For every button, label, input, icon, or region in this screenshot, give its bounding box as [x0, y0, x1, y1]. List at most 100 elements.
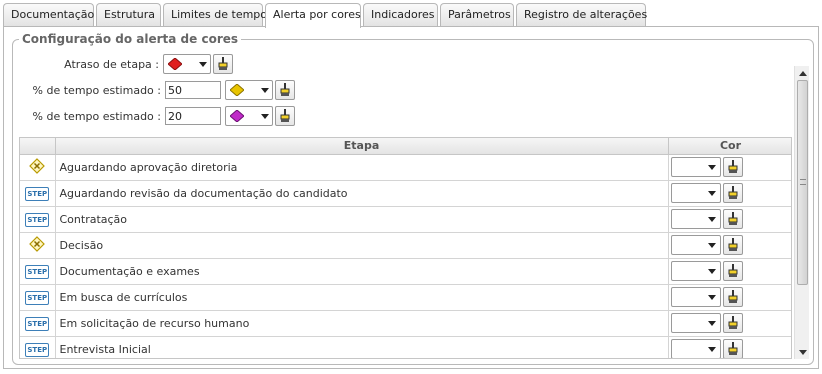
paint-brush-icon [728, 186, 737, 199]
row-icon-cell [20, 154, 56, 181]
step-name: Em busca de currículos [55, 284, 669, 311]
gem-icon [168, 58, 182, 70]
paint-brush-icon [280, 83, 290, 96]
step-name: Aguardando aprovação diretoria [55, 154, 669, 181]
paint-brush-button[interactable] [722, 261, 743, 281]
group-title: Configuração do alerta de cores [19, 31, 242, 47]
color-cell [668, 258, 792, 285]
paint-brush-button[interactable] [722, 339, 743, 358]
table-row[interactable]: STEP Aguardando revisão da documentação d… [20, 180, 792, 207]
row-icon-cell: STEP [20, 258, 56, 285]
tab-alerta-por-cores[interactable]: Alerta por cores [265, 3, 361, 28]
table-row[interactable]: STEP Entrevista Inicial [20, 336, 792, 358]
color-controls [670, 261, 792, 281]
pct2-color-select[interactable] [225, 106, 273, 126]
step-icon: STEP [25, 342, 50, 357]
paint-brush-icon [728, 342, 737, 355]
step-name: Contratação [55, 206, 669, 233]
paint-brush-button[interactable] [722, 235, 743, 255]
scroll-up-button[interactable] [795, 66, 810, 80]
step-name: Documentação e exames [55, 258, 669, 285]
scroll-down-button[interactable] [795, 345, 810, 359]
table-row[interactable]: STEP Em solicitação de recurso humano [20, 310, 792, 337]
row-icon-cell: STEP [20, 180, 56, 207]
paint-brush-button[interactable] [722, 209, 743, 229]
step-icon: STEP [25, 264, 50, 279]
decision-icon [29, 235, 46, 252]
paint-brush-icon [728, 160, 737, 173]
chevron-down-icon [707, 268, 716, 274]
row-color-select[interactable] [670, 157, 721, 177]
chevron-down-icon [199, 61, 207, 67]
header-cor[interactable]: Cor [668, 138, 791, 155]
tab-indicadores[interactable]: Indicadores [363, 3, 438, 27]
paint-brush-button[interactable] [275, 80, 295, 100]
chevron-down-icon [261, 113, 269, 119]
tab-registro-de-alteracoes[interactable]: Registro de alterações [516, 3, 647, 27]
paint-brush-icon [728, 264, 737, 277]
table-row[interactable]: Aguardando aprovação diretoria [20, 154, 791, 181]
chevron-down-icon [707, 294, 716, 300]
row-color-select[interactable] [670, 339, 721, 358]
table-row[interactable]: STEP Em busca de currículos [20, 284, 791, 311]
chevron-up-icon [798, 70, 807, 76]
color-controls [670, 183, 792, 203]
paint-brush-button[interactable] [275, 106, 295, 126]
scrollbar-thumb[interactable] [797, 80, 808, 285]
paint-brush-button[interactable] [722, 157, 743, 177]
paint-brush-button[interactable] [722, 313, 743, 333]
row-icon-cell: STEP [20, 336, 56, 358]
tab-parametros[interactable]: Parâmetros [440, 3, 514, 27]
delay-color-select[interactable] [163, 54, 211, 74]
paint-brush-button[interactable] [722, 287, 743, 307]
grip-icon [800, 179, 806, 185]
chevron-down-icon [707, 320, 716, 326]
tab-estrutura[interactable]: Estrutura [96, 3, 161, 27]
chevron-down-icon [707, 216, 716, 222]
paint-brush-button[interactable] [722, 183, 743, 203]
step-icon: STEP [25, 316, 50, 331]
pct1-input[interactable] [165, 81, 221, 99]
color-cell [668, 232, 792, 259]
decision-icon [29, 157, 46, 174]
color-controls [670, 313, 792, 333]
row-color-select[interactable] [670, 287, 721, 307]
tab-documentacao[interactable]: Documentação [3, 3, 94, 27]
row-color-select[interactable] [670, 313, 721, 333]
chevron-down-icon [261, 87, 269, 93]
color-cell [668, 284, 791, 311]
table-header-row: Etapa Cor [20, 138, 791, 155]
header-etapa[interactable]: Etapa [55, 138, 669, 155]
table-row[interactable]: Decisão [20, 232, 792, 259]
row-icon-cell: STEP [20, 310, 56, 337]
paint-brush-icon [728, 238, 737, 251]
pct2-row: % de tempo estimado : [13, 106, 295, 126]
row-color-select[interactable] [670, 209, 721, 229]
pct1-color-select[interactable] [225, 80, 273, 100]
row-color-select[interactable] [670, 235, 721, 255]
pct1-label: % de tempo estimado : [32, 83, 161, 97]
gem-icon [230, 110, 244, 122]
gem-icon [230, 84, 244, 96]
tab-limites-de-tempo[interactable]: Limites de tempo [163, 3, 267, 27]
row-color-select[interactable] [670, 183, 721, 203]
table-row[interactable]: STEP Documentação e exames [20, 258, 792, 285]
vertical-scrollbar[interactable] [794, 66, 809, 359]
table-row[interactable]: STEP Contratação [20, 206, 791, 233]
row-color-select[interactable] [670, 261, 721, 281]
step-name: Decisão [55, 232, 669, 259]
tab-bar: Documentação Estrutura Limites de tempo … [3, 3, 648, 28]
row-icon-cell: STEP [20, 206, 56, 233]
color-cell [668, 206, 791, 233]
header-icon-col [20, 138, 56, 155]
paint-brush-button[interactable] [213, 54, 233, 74]
chevron-down-icon [707, 164, 716, 170]
pct2-input[interactable] [165, 107, 221, 125]
steps-table: Etapa Cor Aguardando aprovação diretoria… [20, 138, 792, 358]
steps-table-wrapper: Etapa Cor Aguardando aprovação diretoria… [19, 137, 792, 359]
pct2-label: % de tempo estimado : [32, 109, 161, 123]
chevron-down-icon [707, 242, 716, 248]
color-controls [670, 339, 792, 358]
color-cell [668, 180, 792, 207]
color-controls [670, 235, 792, 255]
